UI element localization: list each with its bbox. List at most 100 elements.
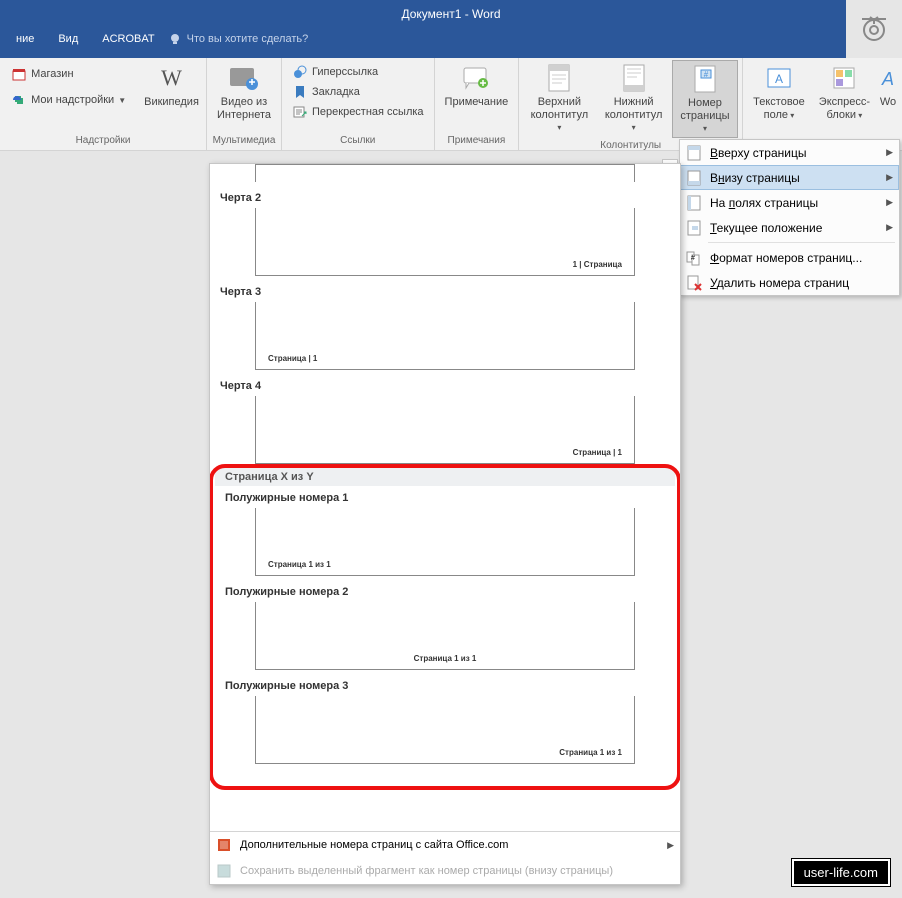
- comment-label: Примечание: [445, 96, 509, 109]
- more-from-office[interactable]: Дополнительные номера страниц с сайта Of…: [210, 832, 680, 858]
- menu-separator: [708, 242, 895, 243]
- quick-parts-button[interactable]: Экспресс- блоки ▾: [813, 60, 876, 123]
- bookmark-button[interactable]: Закладка: [288, 82, 428, 102]
- textbox-label2: поле: [764, 109, 788, 121]
- menu-current-position[interactable]: Текущее положениеТекущее положение ▶: [680, 215, 899, 240]
- title-bar: Документ1 - Word: [0, 0, 902, 28]
- online-video-button[interactable]: Видео из Интернета: [211, 60, 277, 123]
- store-label: Магазин: [31, 68, 73, 80]
- video-icon: [228, 62, 260, 94]
- chevron-down-icon: ▼: [118, 96, 126, 105]
- group-addins-label: Надстройки: [76, 133, 131, 148]
- footer-icon: [618, 62, 650, 94]
- save-label: Сохранить выделенный фрагмент как номер …: [240, 865, 613, 877]
- save-icon: [216, 863, 232, 879]
- help-icon[interactable]: [846, 0, 902, 58]
- header-label1: Верхний: [538, 96, 581, 109]
- menu-format-numbers[interactable]: # Формат номеров страниц...Формат номеро…: [680, 245, 899, 270]
- addins-icon: [11, 92, 27, 108]
- chevron-right-icon: ▶: [886, 147, 893, 158]
- svg-text:#: #: [704, 70, 709, 79]
- tab-partial[interactable]: ние: [6, 30, 44, 48]
- gallery-item[interactable]: Полужирные номера 3 Страница 1 из 1: [215, 674, 675, 768]
- bottom-page-icon: [686, 170, 702, 186]
- gallery-preview: Страница | 1: [255, 396, 635, 464]
- video-label1: Видео из: [221, 96, 267, 109]
- gallery-item[interactable]: Полужирные номера 2 Страница 1 из 1: [215, 580, 675, 674]
- gallery-section-header: Страница X из Y: [215, 468, 675, 486]
- ribbon: Магазин Мои надстройки ▼ W Википедия Над…: [0, 58, 902, 151]
- group-media-label: Мультимедиа: [213, 133, 276, 148]
- hyperlink-label: Гиперссылка: [312, 66, 378, 78]
- gallery-item[interactable]: Полужирные номера 1 Страница 1 из 1: [215, 486, 675, 580]
- gallery-preview: Страница 1 из 1: [255, 602, 635, 670]
- textbox-button[interactable]: A Текстовое поле ▾: [747, 60, 811, 123]
- menu-top-of-page[interactable]: ВВверху страницыверху страницы ▶: [680, 140, 899, 165]
- highlighted-section: Страница X из Y Полужирные номера 1 Стра…: [213, 468, 677, 786]
- remove-icon: [686, 275, 702, 291]
- crossref-label: Перекрестная ссылка: [312, 106, 424, 118]
- window-title: Документ1 - Word: [401, 7, 500, 21]
- comment-button[interactable]: Примечание: [439, 60, 515, 111]
- bulb-icon: [169, 33, 181, 45]
- wikipedia-button[interactable]: W Википедия: [138, 60, 205, 111]
- gallery-item[interactable]: Черта 4 Страница | 1: [210, 374, 680, 468]
- quickparts-label1: Экспресс-: [819, 96, 870, 109]
- gallery-preview: Страница 1 из 1: [255, 508, 635, 576]
- crossref-icon: [292, 104, 308, 120]
- page-number-icon: #: [689, 63, 721, 95]
- footer-button[interactable]: Нижний колонтитул ▾: [598, 60, 670, 136]
- svg-text:A: A: [881, 69, 894, 89]
- comment-icon: [460, 62, 492, 94]
- link-icon: [292, 64, 308, 80]
- gallery-item[interactable]: [210, 164, 680, 186]
- gallery-preview: Страница 1 из 1: [255, 696, 635, 764]
- gallery-preview: Страница | 1: [255, 302, 635, 370]
- more-label: Дополнительные номера страниц с сайта Of…: [240, 839, 508, 851]
- menu-page-margins[interactable]: На полях страницыНа полях страницы ▶: [680, 190, 899, 215]
- store-button[interactable]: Магазин: [7, 64, 130, 84]
- gallery-item-title: Полужирные номера 2: [225, 586, 665, 598]
- preview-text: Страница 1 из 1: [268, 560, 331, 569]
- menu-remove-numbers[interactable]: Удалить номера страницУдалить номера стр…: [680, 270, 899, 295]
- footer-label2: колонтитул: [605, 109, 663, 121]
- chevron-down-icon: ▾: [703, 124, 707, 133]
- ribbon-tabs: ние Вид ACROBAT Что вы хотите сделать?: [0, 28, 902, 58]
- chevron-right-icon: ▶: [886, 222, 893, 233]
- my-addins-button[interactable]: Мои надстройки ▼: [7, 90, 130, 110]
- chevron-right-icon: ▶: [886, 172, 893, 183]
- menu-bottom-of-page[interactable]: Внизу страницыВнизу страницы ▶: [680, 165, 899, 190]
- hyperlink-button[interactable]: Гиперссылка: [288, 62, 428, 82]
- chevron-down-icon: ▾: [632, 123, 636, 132]
- pagenum-label2: страницы: [680, 110, 729, 122]
- office-icon: [216, 837, 232, 853]
- header-button[interactable]: Верхний колонтитул ▾: [523, 60, 595, 136]
- chevron-down-icon: ▾: [856, 111, 862, 120]
- gallery-item-title: Черта 2: [220, 192, 670, 204]
- format-icon: #: [686, 250, 702, 266]
- preview-text: Страница 1 из 1: [559, 748, 622, 757]
- tell-me-text: Что вы хотите сделать?: [187, 33, 309, 45]
- footer-label1: Нижний: [614, 96, 654, 109]
- tell-me[interactable]: Что вы хотите сделать?: [169, 33, 309, 45]
- preview-text: 1 | Страница: [573, 260, 622, 269]
- gallery-footer: Дополнительные номера страниц с сайта Of…: [210, 831, 680, 884]
- save-selection: Сохранить выделенный фрагмент как номер …: [210, 858, 680, 884]
- page-number-button[interactable]: # Номер страницы ▾: [672, 60, 738, 138]
- gallery-item-title: Черта 4: [220, 380, 670, 392]
- wikipedia-label: Википедия: [144, 96, 199, 109]
- gallery-item-title: Черта 3: [220, 286, 670, 298]
- tab-acrobat[interactable]: ACROBAT: [92, 30, 164, 48]
- tab-view[interactable]: Вид: [48, 30, 88, 48]
- wordart-button[interactable]: A Wo: [878, 60, 898, 111]
- gallery-item-title: Полужирные номера 3: [225, 680, 665, 692]
- chevron-right-icon: ▶: [886, 197, 893, 208]
- gallery-item[interactable]: Черта 2 1 | Страница: [210, 186, 680, 280]
- cross-reference-button[interactable]: Перекрестная ссылка: [288, 102, 428, 122]
- preview-text: Страница 1 из 1: [414, 654, 477, 663]
- gallery-item[interactable]: Черта 3 Страница | 1: [210, 280, 680, 374]
- textbox-label1: Текстовое: [753, 96, 805, 109]
- top-page-icon: [686, 145, 702, 161]
- preview-text: Страница | 1: [268, 354, 317, 363]
- header-label2: колонтитул: [531, 109, 589, 121]
